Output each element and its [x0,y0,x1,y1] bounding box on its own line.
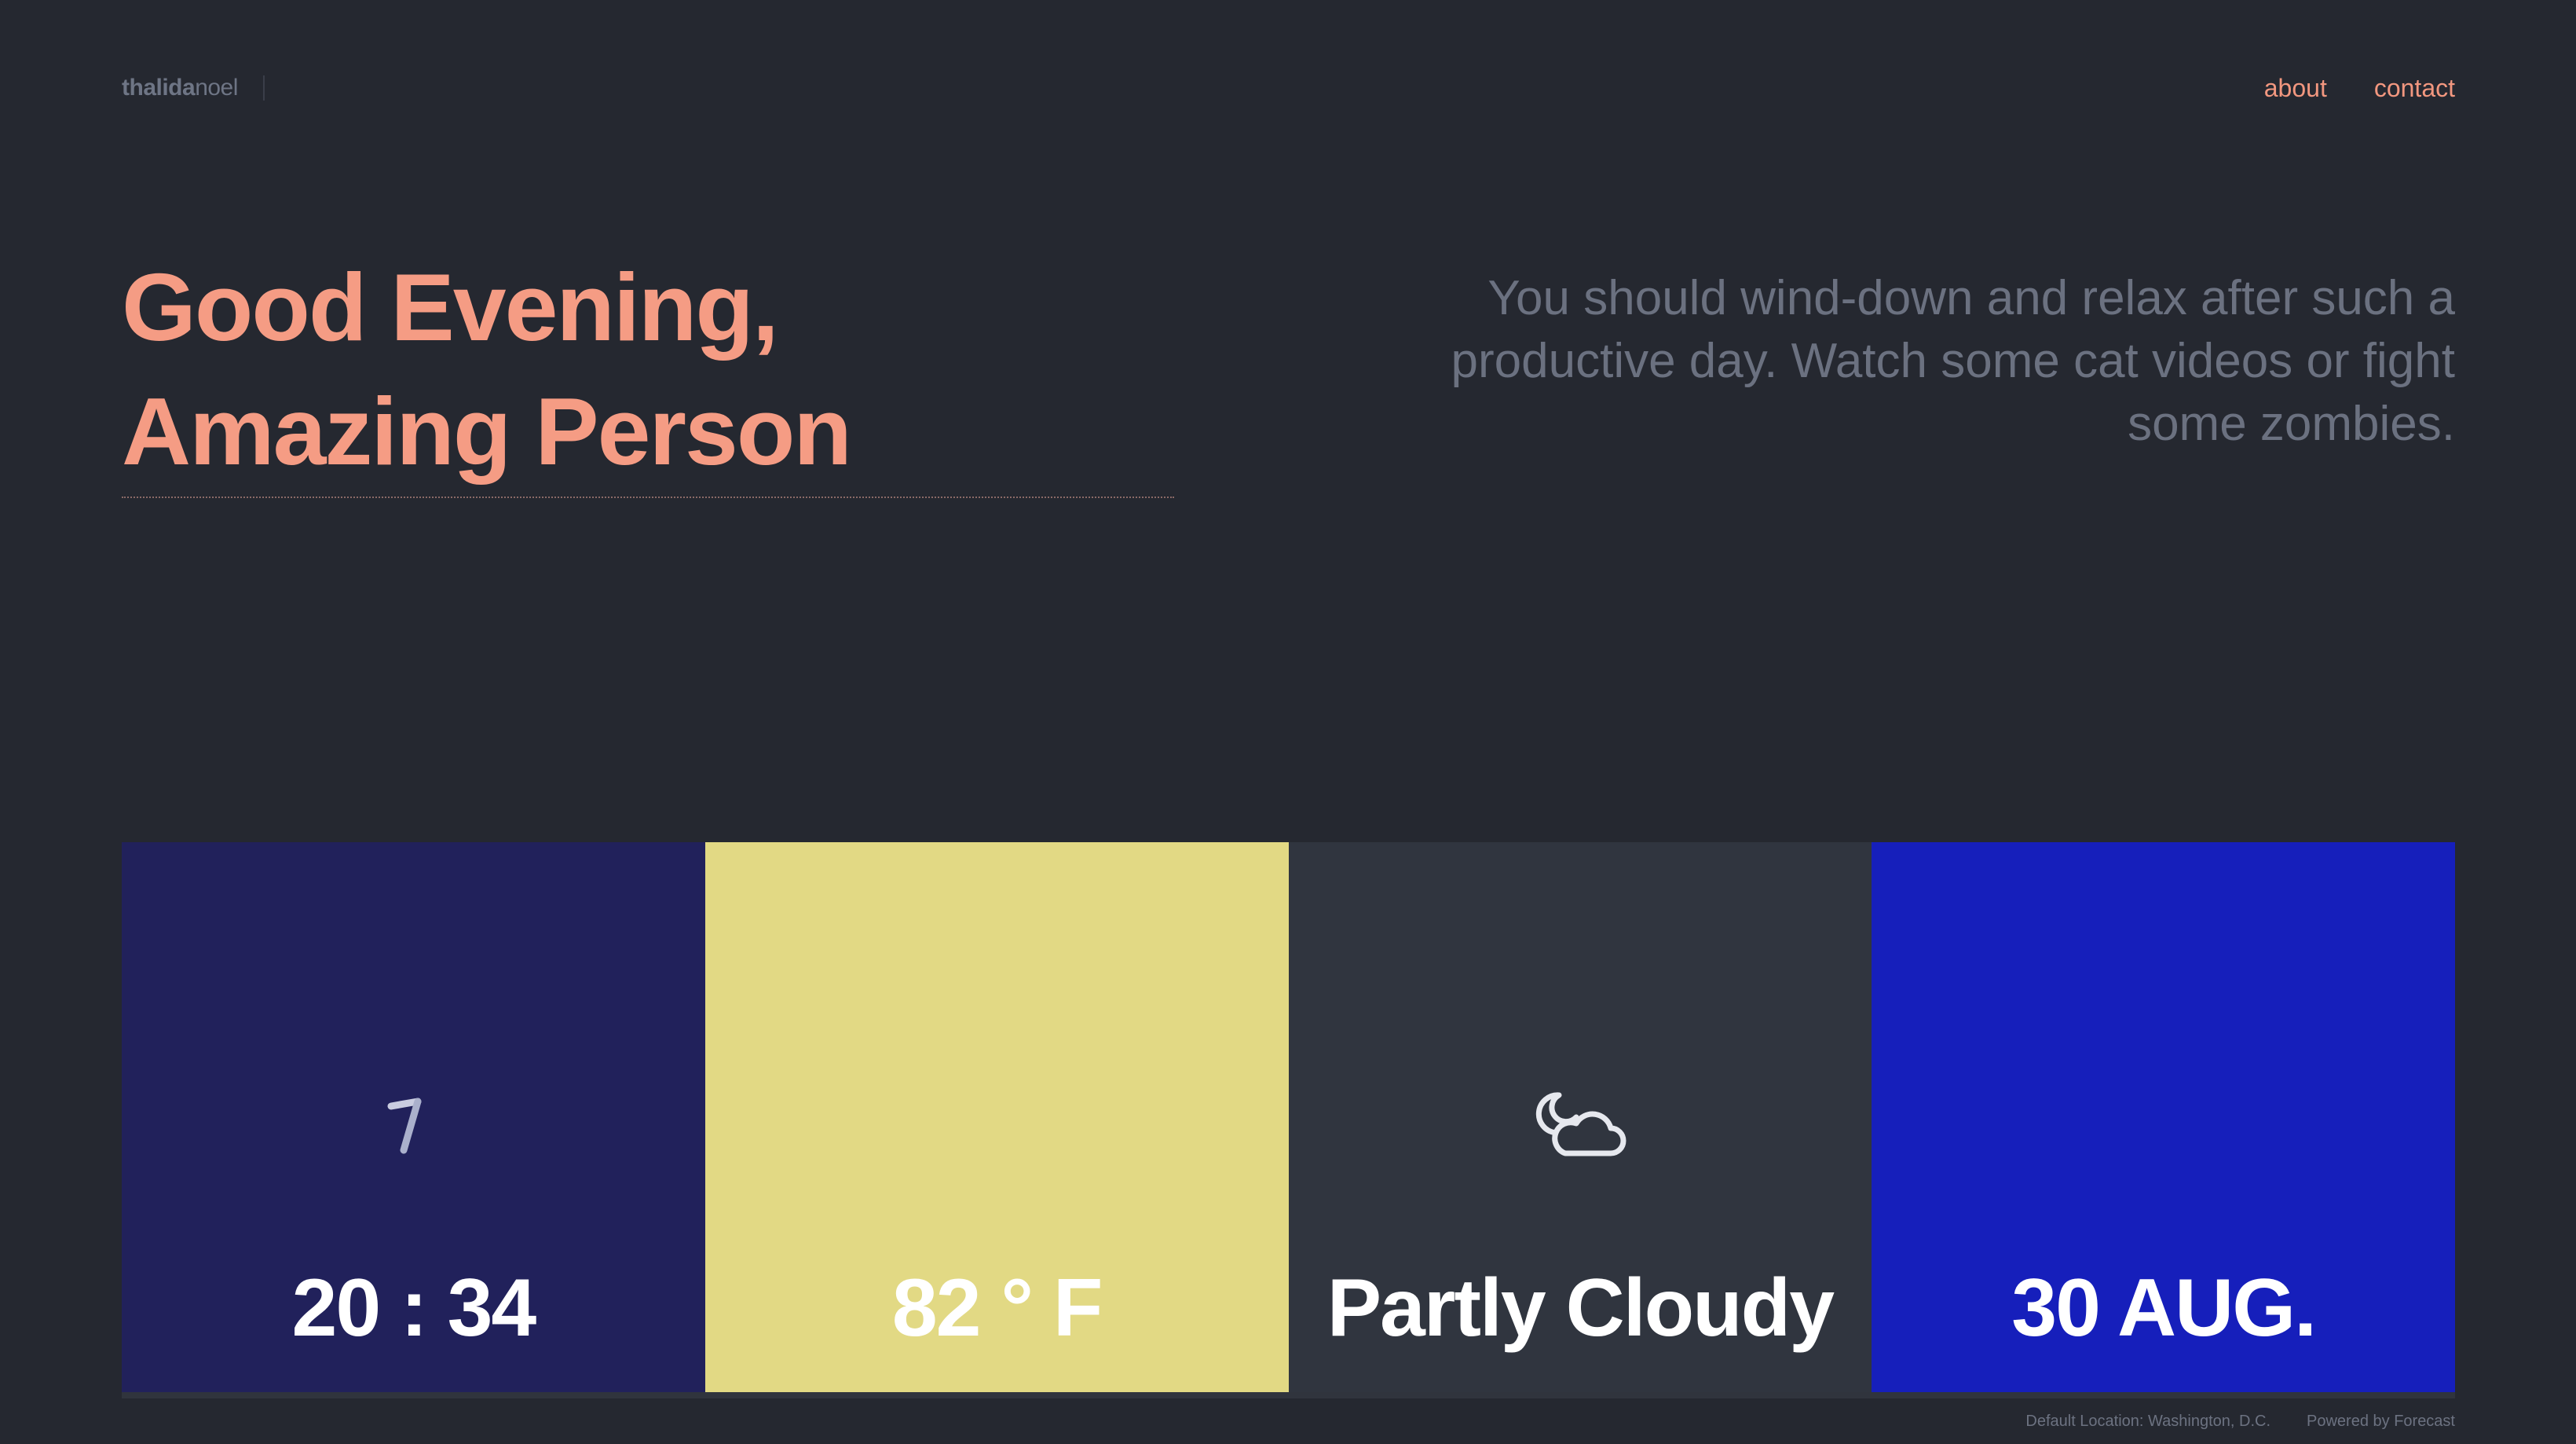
top-nav: about contact [2264,72,2455,104]
powered-by-link[interactable]: Powered by Forecast [2307,1411,2455,1431]
temperature-tile: 82 ° F [704,842,1289,1392]
page: thalidanoel about contact Good Evening, … [0,0,2576,1444]
clock-tile: 20 : 34 [122,842,705,1392]
brand-logo[interactable]: thalidanoel [122,72,238,104]
brand-divider [263,75,265,101]
partly-cloudy-night-icon [1525,1070,1635,1180]
footer: Default Location: Washington, D.C. Power… [2025,1411,2455,1431]
greeting-heading: Good Evening, Amazing Person [122,245,1174,498]
clock-time: 20 : 34 [291,1263,536,1354]
nav-link-contact[interactable]: contact [2374,72,2455,104]
info-tiles: 20 : 34 82 ° F Partly Cloudy 30 AUG. [122,842,2455,1398]
brand-name-light: noel [195,75,238,101]
default-location-text: Default Location: Washington, D.C. [2025,1413,2271,1430]
advice-text: You should wind-down and relax after suc… [1451,271,2455,451]
date-value: 30 AUG. [2011,1263,2317,1354]
clock-hands-icon [358,1070,468,1180]
condition-tile: Partly Cloudy [1288,842,1872,1392]
nav-link-about[interactable]: about [2264,72,2327,104]
date-tile: 30 AUG. [1872,842,2455,1392]
greeting-line-2: Amazing Person [122,378,852,485]
temperature-value: 82 ° F [891,1263,1103,1354]
condition-value: Partly Cloudy [1326,1263,1835,1354]
greeting-line-1: Good Evening, [122,254,779,361]
brand-name-bold: thalida [122,75,196,101]
